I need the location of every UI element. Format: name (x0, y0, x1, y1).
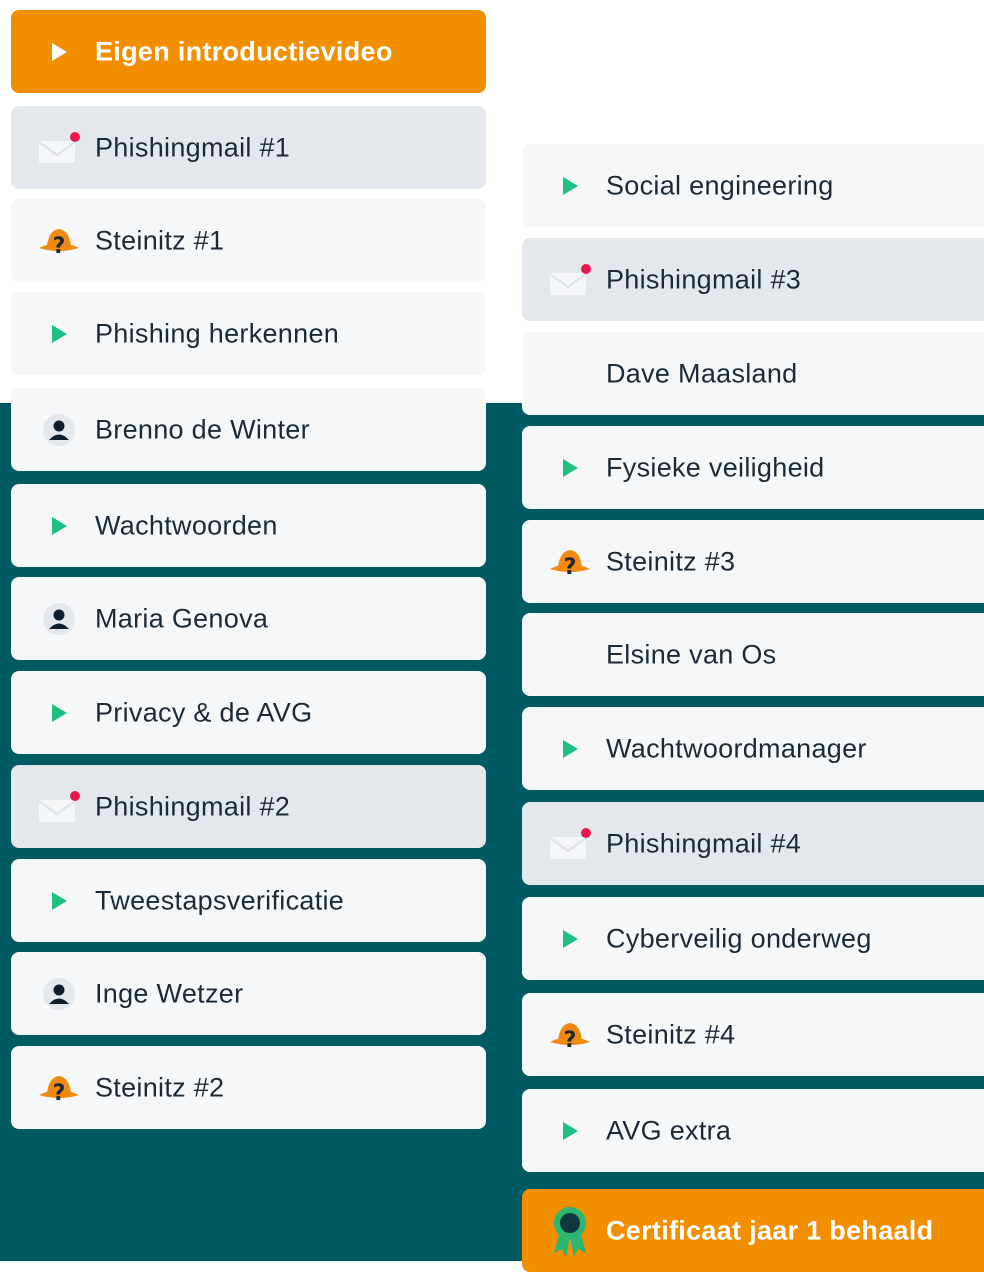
module-card-certificaat-jaar-1[interactable]: Certificaat jaar 1 behaald (522, 1189, 984, 1272)
module-card-cyberveilig-onderweg[interactable]: Cyberveilig onderweg (522, 897, 984, 980)
module-label: Inge Wetzer (95, 978, 244, 1008)
detective-hat-icon: ? (37, 1068, 81, 1108)
module-card-phishingmail-1[interactable]: Phishingmail #1 (11, 106, 486, 189)
module-card-brenno-de-winter[interactable]: Brenno de Winter (11, 388, 486, 471)
module-label: Steinitz #4 (606, 1019, 736, 1049)
module-label: Steinitz #2 (95, 1072, 225, 1102)
module-label: Phishing herkennen (95, 318, 340, 348)
module-card-steinitz-2[interactable]: ? Steinitz #2 (11, 1046, 486, 1129)
svg-text:?: ? (53, 234, 66, 258)
play-icon (548, 1111, 592, 1151)
module-card-steinitz-1[interactable]: ? Steinitz #1 (11, 199, 486, 282)
module-label: Steinitz #3 (606, 546, 736, 576)
module-card-phishingmail-3[interactable]: Phishingmail #3 (522, 238, 984, 321)
mail-icon (37, 787, 81, 827)
module-card-steinitz-3[interactable]: ? Steinitz #3 (522, 520, 984, 603)
module-label: Cyberveilig onderweg (606, 923, 872, 953)
module-card-phishing-herkennen[interactable]: Phishing herkennen (11, 292, 486, 375)
detective-hat-icon: ? (548, 1015, 592, 1055)
module-label: Wachtwoorden (95, 510, 278, 540)
module-label: Phishingmail #3 (606, 264, 802, 294)
module-label: Social engineering (606, 170, 834, 200)
module-label: Phishingmail #4 (606, 828, 802, 858)
person-icon (37, 410, 81, 450)
play-icon (548, 448, 592, 488)
module-label: Dave Maasland (606, 358, 798, 388)
module-label: Fysieke veiligheid (606, 452, 825, 482)
module-label: Phishingmail #2 (95, 791, 291, 821)
play-icon (37, 506, 81, 546)
module-card-elsine-van-os[interactable]: Elsine van Os (522, 613, 984, 696)
module-card-privacy-de-avg[interactable]: Privacy & de AVG (11, 671, 486, 754)
module-card-phishingmail-4[interactable]: Phishingmail #4 (522, 802, 984, 885)
mail-icon (548, 824, 592, 864)
module-card-social-engineering[interactable]: Social engineering (522, 144, 984, 227)
module-label: AVG extra (606, 1115, 732, 1145)
module-label: Elsine van Os (606, 639, 777, 669)
person-icon (37, 974, 81, 1014)
module-card-inge-wetzer[interactable]: Inge Wetzer (11, 952, 486, 1035)
svg-text:?: ? (564, 1028, 577, 1052)
module-label: Certificaat jaar 1 behaald (606, 1215, 934, 1245)
module-card-tweestapsverificatie[interactable]: Tweestapsverificatie (11, 859, 486, 942)
detective-hat-icon: ? (37, 221, 81, 261)
play-icon (37, 32, 81, 72)
mail-icon (37, 128, 81, 168)
module-label: Maria Genova (95, 603, 269, 633)
play-icon (37, 693, 81, 733)
module-label: Steinitz #1 (95, 225, 225, 255)
module-card-fysieke-veiligheid[interactable]: Fysieke veiligheid (522, 426, 984, 509)
play-icon (37, 314, 81, 354)
play-icon (548, 919, 592, 959)
module-card-phishingmail-2[interactable]: Phishingmail #2 (11, 765, 486, 848)
svg-text:?: ? (53, 1081, 66, 1105)
module-card-wachtwoorden[interactable]: Wachtwoorden (11, 484, 486, 567)
detective-hat-icon: ? (548, 542, 592, 582)
module-label: Brenno de Winter (95, 414, 310, 444)
person-icon (37, 599, 81, 639)
play-icon (548, 166, 592, 206)
play-icon (548, 729, 592, 769)
module-card-dave-maasland[interactable]: Dave Maasland (522, 332, 984, 415)
module-card-maria-genova[interactable]: Maria Genova (11, 577, 486, 660)
module-card-avg-extra[interactable]: AVG extra (522, 1089, 984, 1172)
module-label: Eigen introductievideo (95, 36, 393, 66)
mail-icon (548, 260, 592, 300)
module-label: Phishingmail #1 (95, 132, 291, 162)
module-label: Tweestapsverificatie (95, 885, 345, 915)
award-ribbon-icon (548, 1206, 592, 1257)
svg-text:?: ? (564, 555, 577, 579)
module-card-wachtwoordmanager[interactable]: Wachtwoordmanager (522, 707, 984, 790)
module-label: Wachtwoordmanager (606, 733, 867, 763)
module-card-steinitz-4[interactable]: ? Steinitz #4 (522, 993, 984, 1076)
play-icon (37, 881, 81, 921)
module-card-eigen-introductievideo[interactable]: Eigen introductievideo (11, 10, 486, 93)
module-label: Privacy & de AVG (95, 697, 313, 727)
